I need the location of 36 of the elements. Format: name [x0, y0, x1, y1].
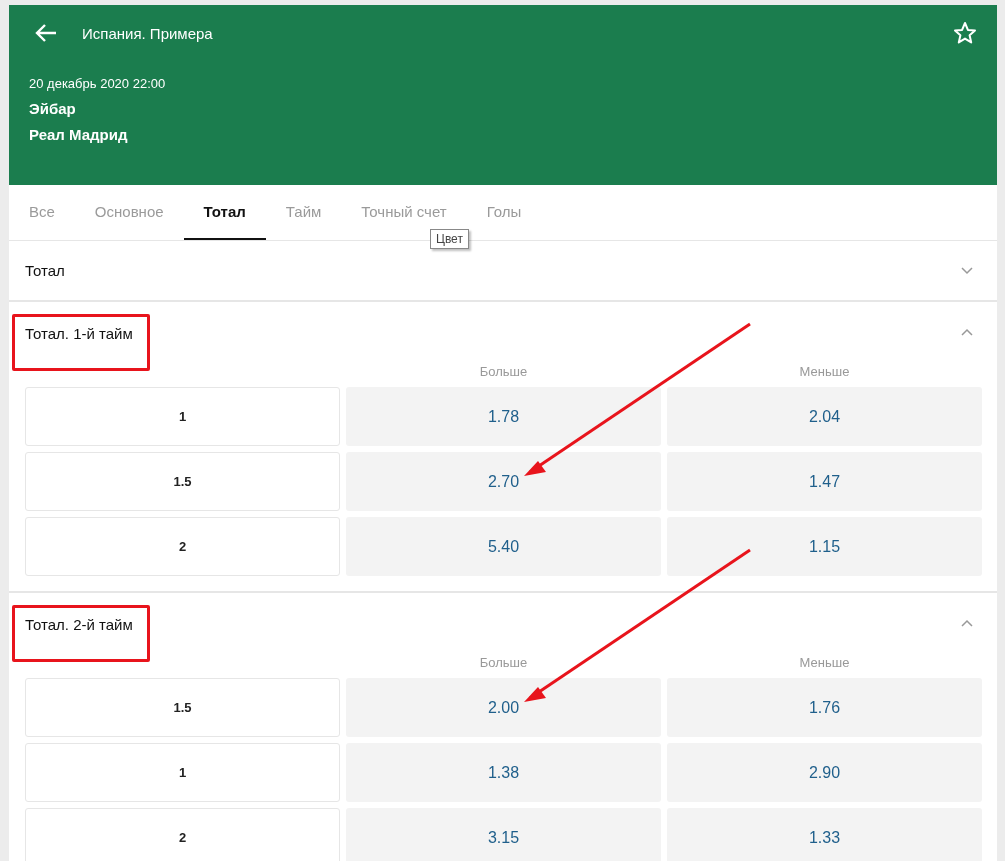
chevron-icon[interactable] [961, 619, 973, 627]
odds-button[interactable]: 1.47 [667, 452, 982, 511]
total-line-cell: 2 [25, 808, 340, 861]
column-header: Больше [478, 364, 529, 381]
odds-button[interactable]: 2.70 [346, 452, 661, 511]
total-line-cell: 1 [25, 387, 340, 446]
column-header: Больше [478, 655, 529, 672]
league-title: Испания. Примера [82, 24, 214, 42]
section-title[interactable]: Тотал [12, 262, 65, 279]
odds-button[interactable]: 5.40 [346, 517, 661, 576]
odds-button[interactable]: 1.15 [667, 517, 982, 576]
tooltip: Цвет [430, 229, 469, 249]
chevron-icon[interactable] [961, 328, 973, 336]
odds-button[interactable]: 1.33 [667, 808, 982, 861]
team-name: Эйбар [29, 100, 77, 117]
total-line-cell: 1 [25, 743, 340, 802]
odds-button[interactable]: 1.76 [667, 678, 982, 737]
section-title[interactable]: Тотал. 1-й тайм [25, 325, 133, 342]
section-title[interactable]: Тотал. 2-й тайм [25, 616, 133, 633]
total-line-cell: 1.5 [25, 678, 340, 737]
match-date: 20 декабрь 2020 22:00 [29, 76, 167, 91]
odds-button[interactable]: 2.00 [346, 678, 661, 737]
odds-button[interactable]: 3.15 [346, 808, 661, 861]
odds-button[interactable]: 1.78 [346, 387, 661, 446]
tab[interactable]: Тотал [183, 185, 266, 240]
star-icon[interactable] [953, 21, 977, 45]
chevron-icon[interactable] [961, 266, 973, 275]
odds-button[interactable]: 1.38 [346, 743, 661, 802]
total-line-cell: 2 [25, 517, 340, 576]
team-name: Реал Мадрид [29, 126, 129, 143]
total-line-cell: 1.5 [25, 452, 340, 511]
odds-button[interactable]: 2.90 [667, 743, 982, 802]
back-arrow-icon[interactable] [35, 23, 57, 43]
column-header: Меньше [798, 655, 851, 672]
odds-button[interactable]: 2.04 [667, 387, 982, 446]
column-header: Меньше [798, 364, 851, 381]
